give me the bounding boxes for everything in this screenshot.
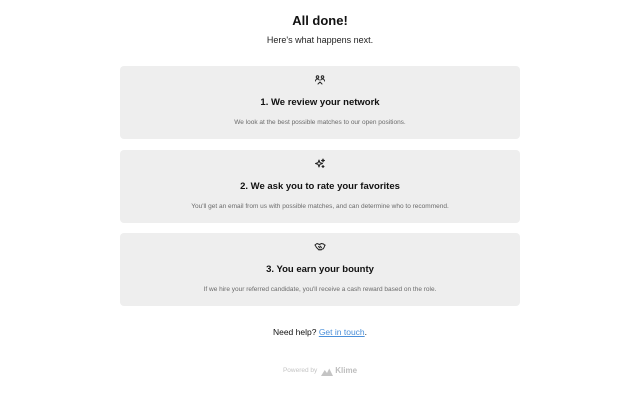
step-title: 2. We ask you to rate your favorites [240, 181, 400, 192]
brand-logo: Klime [321, 366, 357, 376]
step-card-rate: 2. We ask you to rate your favorites You… [120, 150, 520, 223]
step-title: 3. You earn your bounty [266, 264, 374, 275]
step-title: 1. We review your network [260, 97, 380, 108]
step-description: If we hire your referred candidate, you'… [203, 286, 437, 293]
step-card-bounty: 3. You earn your bounty If we hire your … [120, 233, 520, 306]
help-suffix: . [364, 327, 368, 337]
brand-name: Klime [335, 366, 358, 375]
help-prefix: Need help? [272, 327, 317, 337]
powered-by-footer[interactable]: Powered by Klime [0, 366, 640, 376]
people-network-icon [120, 74, 520, 88]
confirmation-page: All done! Here's what happens next. 1. W… [0, 0, 640, 400]
page-title: All done! [292, 13, 348, 28]
get-in-touch-link[interactable]: Get in touch [319, 327, 365, 337]
step-card-review: 1. We review your network We look at the… [120, 66, 520, 139]
handshake-icon [120, 241, 520, 255]
mountain-logo-icon [321, 368, 334, 376]
page-subtitle: Here's what happens next. [266, 35, 374, 45]
sparkles-icon [120, 158, 520, 172]
powered-by-label: Powered by [282, 367, 318, 374]
step-description: You'll get an email from us with possibl… [191, 203, 449, 210]
help-line: Need help? Get in touch. [0, 326, 640, 338]
step-description: We look at the best possible matches to … [234, 119, 406, 126]
